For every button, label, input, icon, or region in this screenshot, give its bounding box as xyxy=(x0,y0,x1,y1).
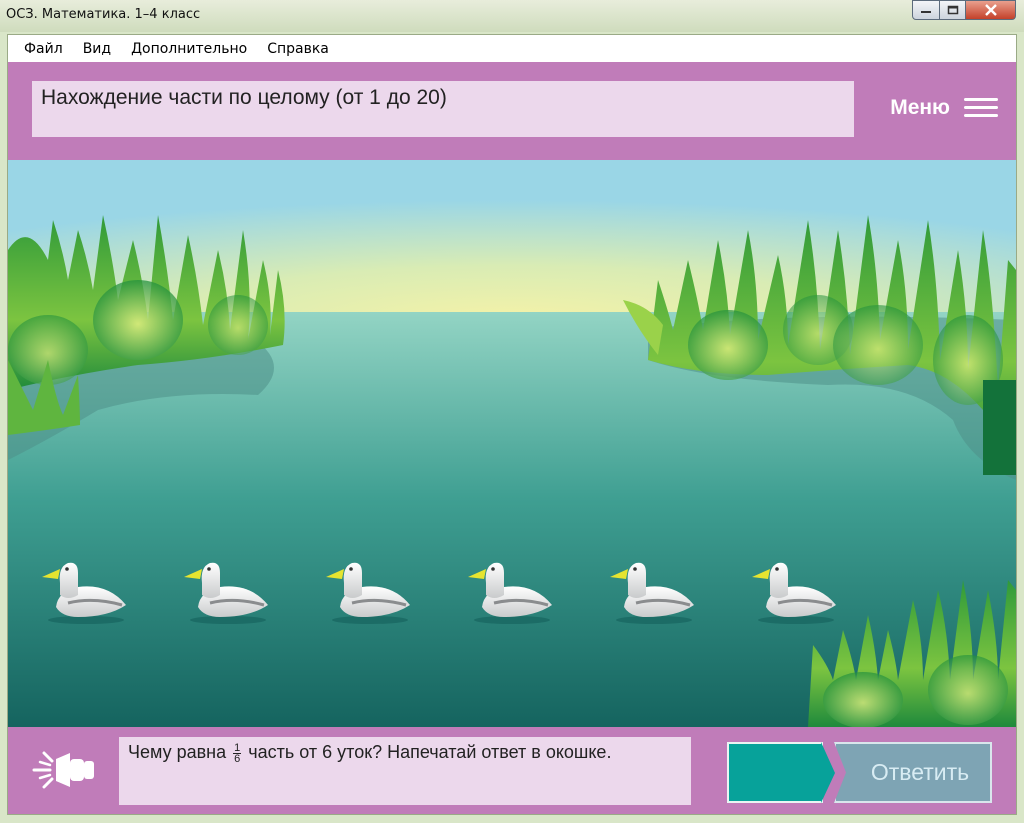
question-before: Чему равна xyxy=(128,742,227,762)
window-titlebar: ОСЗ. Математика. 1–4 класс xyxy=(0,0,1024,32)
close-icon xyxy=(984,4,997,16)
menu-extra[interactable]: Дополнительно xyxy=(131,41,247,57)
hamburger-icon xyxy=(964,97,998,119)
window-controls xyxy=(912,0,1016,20)
app-window: Файл Вид Дополнительно Справка Нахождени… xyxy=(7,34,1017,815)
minimize-icon xyxy=(921,11,931,13)
answer-field-wrapper xyxy=(727,742,835,803)
main-menu-label: Меню xyxy=(890,96,950,119)
minimize-button[interactable] xyxy=(912,0,940,20)
menubar: Файл Вид Дополнительно Справка xyxy=(8,35,1016,62)
menu-help[interactable]: Справка xyxy=(267,41,329,57)
maximize-button[interactable] xyxy=(940,0,966,20)
answer-input[interactable] xyxy=(727,742,823,803)
answer-arrow xyxy=(821,742,835,803)
menu-file[interactable]: Файл xyxy=(24,41,63,57)
close-button[interactable] xyxy=(966,0,1016,20)
menu-view[interactable]: Вид xyxy=(83,41,111,57)
task-title: Нахождение части по целому (от 1 до 20) xyxy=(32,81,854,137)
question-text: Чему равна 1 6 часть от 6 уток? Напечата… xyxy=(119,737,691,805)
fraction: 1 6 xyxy=(233,742,242,765)
main-menu-button[interactable]: Меню xyxy=(890,96,998,120)
pond-scene xyxy=(8,160,1016,727)
maximize-icon xyxy=(947,5,958,15)
pond-illustration xyxy=(8,160,1016,727)
app-footer: Чему равна 1 6 часть от 6 уток? Напечата… xyxy=(8,727,1016,814)
app-header: Нахождение части по целому (от 1 до 20) … xyxy=(8,62,1016,160)
window-title: ОСЗ. Математика. 1–4 класс xyxy=(6,7,201,22)
speaker-icon xyxy=(32,751,94,789)
speaker-button[interactable] xyxy=(30,745,100,795)
question-after: часть от 6 уток? Напечатай ответ в окошк… xyxy=(248,742,612,762)
fraction-denominator: 6 xyxy=(234,752,241,765)
submit-button[interactable]: Ответить xyxy=(834,742,992,803)
